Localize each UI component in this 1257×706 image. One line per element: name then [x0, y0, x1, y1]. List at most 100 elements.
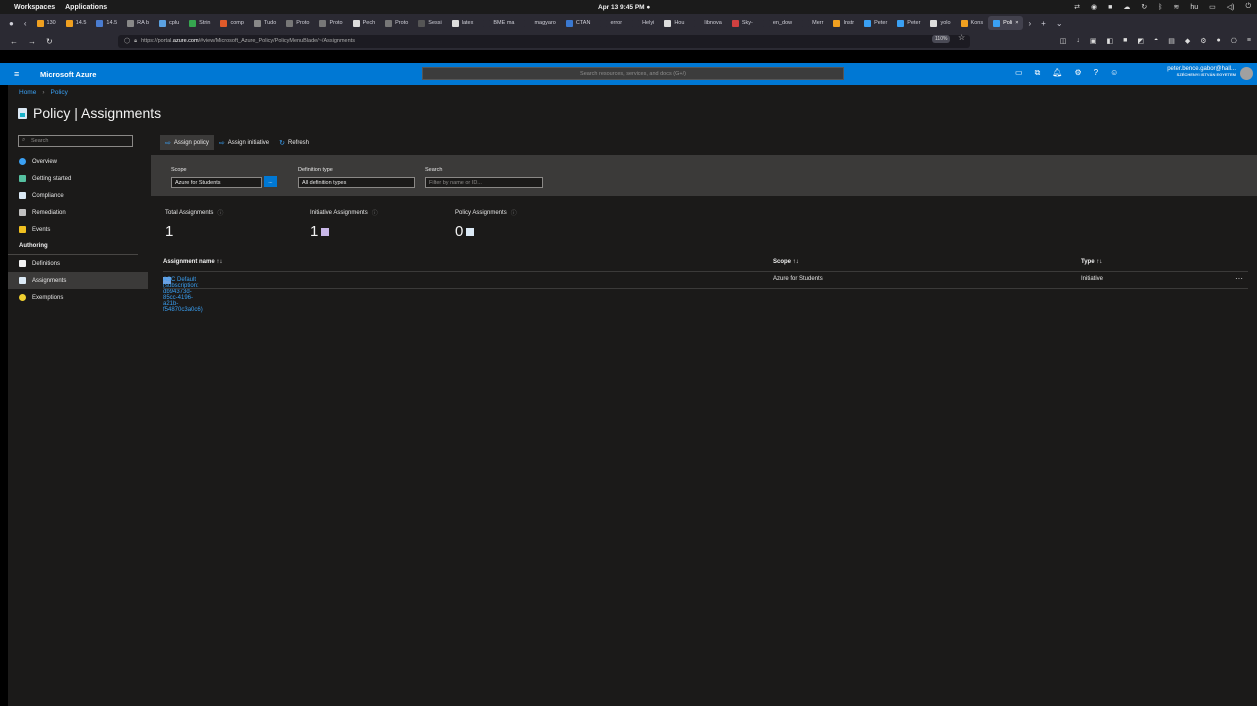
refresh-button[interactable]: ↻ Refresh: [274, 135, 314, 150]
download-icon[interactable]: ↓: [1076, 37, 1080, 45]
clock[interactable]: Apr 13 9:45 PM ●: [598, 4, 650, 11]
new-tab-icon[interactable]: +: [1036, 19, 1051, 28]
extension-icon-2[interactable]: ◧: [1107, 37, 1114, 45]
battery-icon[interactable]: ▭: [1209, 3, 1216, 11]
nav-item-getting-started[interactable]: Getting started: [8, 170, 148, 187]
network-icon[interactable]: ⇄: [1074, 3, 1080, 11]
menu-search-input[interactable]: ⌕ Search: [18, 135, 133, 147]
menu-icon[interactable]: ≡: [1247, 37, 1251, 45]
browser-tab[interactable]: Peter: [859, 14, 892, 32]
nav-item-overview[interactable]: Overview: [8, 153, 148, 170]
nav-item-compliance[interactable]: Compliance: [8, 187, 148, 204]
browser-tab[interactable]: error: [595, 14, 627, 32]
workspaces-menu[interactable]: Workspaces: [14, 4, 55, 11]
account-menu[interactable]: peter.bence.gabor@hall... SZÉCHENYI ISTV…: [1150, 66, 1236, 77]
nav-item-remediation[interactable]: Remediation: [8, 204, 148, 221]
browser-tab[interactable]: Proto: [380, 14, 413, 32]
browser-tab[interactable]: Sky-: [727, 14, 758, 32]
browser-tab[interactable]: Pech: [348, 14, 381, 32]
browser-tab[interactable]: en_dow: [758, 14, 797, 32]
volume-icon[interactable]: ◁): [1227, 3, 1235, 11]
azure-brand[interactable]: Microsoft Azure: [40, 70, 96, 79]
feedback-icon[interactable]: ☺: [1110, 68, 1118, 78]
tab-scroll-left-icon[interactable]: ‹: [19, 19, 32, 28]
avatar[interactable]: [1240, 67, 1253, 80]
scope-picker-button[interactable]: ...: [264, 176, 277, 187]
definition-type-select[interactable]: All definition types: [298, 177, 415, 188]
record-icon[interactable]: ◉: [1091, 3, 1097, 11]
browser-tab[interactable]: Merr: [797, 14, 828, 32]
info-icon[interactable]: ⓘ: [372, 208, 378, 217]
cloud-shell-icon[interactable]: ▭: [1015, 68, 1023, 78]
wifi-icon[interactable]: ≋: [1173, 3, 1179, 11]
zoom-badge[interactable]: 110%: [932, 35, 951, 43]
extension-icon-1[interactable]: ▣: [1090, 37, 1097, 45]
info-icon[interactable]: ⓘ: [511, 208, 517, 217]
browser-tab[interactable]: 130: [32, 14, 61, 32]
nav-item-assignments[interactable]: Assignments: [8, 272, 148, 289]
directory-filter-icon[interactable]: ⧉: [1035, 68, 1041, 78]
power-icon[interactable]: ⏻: [1245, 3, 1251, 11]
close-tab-icon[interactable]: ×: [1015, 20, 1018, 26]
reload-icon[interactable]: ↻: [46, 37, 53, 46]
nav-item-definitions[interactable]: Definitions: [8, 255, 148, 272]
extension-icon-4[interactable]: ◩: [1137, 37, 1144, 45]
notifications-icon[interactable]: 🔔︎: [1052, 68, 1062, 78]
extension-icon-9[interactable]: ●: [1217, 37, 1221, 45]
forward-icon[interactable]: →: [28, 37, 36, 46]
browser-tab[interactable]: Proto: [314, 14, 347, 32]
assign-initiative-button[interactable]: ⇨ Assign initiative: [214, 135, 274, 150]
browser-tab[interactable]: Proto: [281, 14, 314, 32]
extension-icon-3[interactable]: ■: [1123, 37, 1127, 45]
browser-tab[interactable]: RA b: [122, 14, 154, 32]
browser-tab[interactable]: Sessi: [413, 14, 446, 32]
nav-item-exemptions[interactable]: Exemptions: [8, 289, 148, 306]
back-icon[interactable]: ←: [10, 37, 18, 46]
assign-policy-button[interactable]: ⇨ Assign policy: [160, 135, 214, 150]
extension-icon-6[interactable]: ▤: [1168, 37, 1175, 45]
bookmark-star-icon[interactable]: ☆: [958, 33, 965, 42]
browser-tab[interactable]: Strin: [184, 14, 215, 32]
cloud-icon[interactable]: ☁: [1123, 3, 1130, 11]
app-icon[interactable]: ■: [1108, 4, 1112, 11]
column-header-name[interactable]: Assignment name ↑↓: [163, 259, 222, 265]
breadcrumb-home[interactable]: Home: [19, 89, 36, 96]
bluetooth-icon[interactable]: ᛒ: [1158, 4, 1162, 11]
tab-list-icon[interactable]: ⌄: [1051, 19, 1068, 28]
sync-icon[interactable]: ↻: [1141, 3, 1147, 11]
url-field[interactable]: ◯ 🔒︎ https://portal.azure.com/#view/Micr…: [118, 34, 970, 48]
browser-tab[interactable]: libnova: [689, 14, 726, 32]
browser-tab[interactable]: 14.5: [61, 14, 92, 32]
browser-tab[interactable]: cplu: [154, 14, 184, 32]
browser-tab[interactable]: yolo: [925, 14, 955, 32]
browser-tab[interactable]: Hou: [659, 14, 689, 32]
filter-search-input[interactable]: Filter by name or ID...: [425, 177, 543, 188]
column-header-type[interactable]: Type ↑↓: [1081, 259, 1102, 265]
global-search-input[interactable]: Search resources, services, and docs (G+…: [422, 67, 844, 80]
extension-icon-7[interactable]: ◆: [1185, 37, 1190, 45]
extension-icon-8[interactable]: ⚙: [1200, 37, 1206, 45]
language-indicator[interactable]: hu: [1190, 4, 1198, 11]
browser-tab[interactable]: latex: [447, 14, 479, 32]
browser-tab[interactable]: Helyi: [627, 14, 659, 32]
browser-tab[interactable]: BME ma: [478, 14, 519, 32]
browser-tab[interactable]: 14.5: [91, 14, 122, 32]
browser-tab[interactable]: Peter: [892, 14, 925, 32]
nav-item-events[interactable]: Events: [8, 221, 148, 238]
tab-scroll-right-icon[interactable]: ›: [1023, 19, 1036, 28]
info-icon[interactable]: ⓘ: [217, 208, 223, 217]
help-icon[interactable]: ?: [1094, 68, 1098, 78]
browser-tab[interactable]: Kons: [956, 14, 989, 32]
browser-tab[interactable]: magyaro: [519, 14, 560, 32]
settings-gear-icon[interactable]: ⚙: [1074, 68, 1081, 78]
firefox-view-icon[interactable]: ●: [4, 19, 19, 28]
browser-tab[interactable]: Poli ×: [988, 16, 1024, 30]
browser-tab[interactable]: CTAN: [561, 14, 596, 32]
column-header-scope[interactable]: Scope ↑↓: [773, 259, 799, 265]
portal-menu-icon[interactable]: ≡: [0, 69, 40, 79]
pocket-icon[interactable]: ◫: [1060, 37, 1067, 45]
browser-tab[interactable]: Instr: [828, 14, 859, 32]
applications-menu[interactable]: Applications: [65, 4, 107, 11]
browser-tab[interactable]: comp: [215, 14, 248, 32]
breadcrumb-policy[interactable]: Policy: [51, 89, 68, 96]
